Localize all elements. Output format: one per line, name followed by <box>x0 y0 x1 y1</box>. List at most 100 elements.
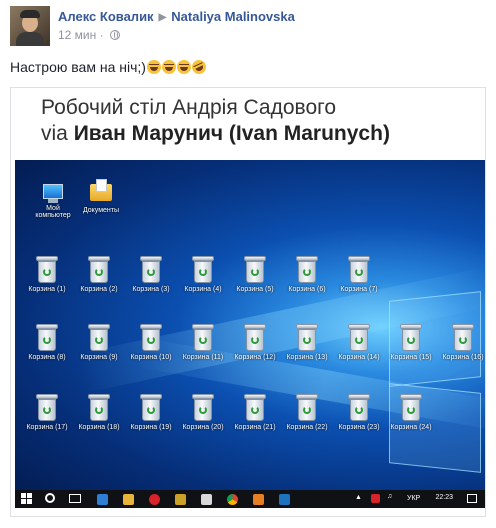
recycle-bin-label: Корзина (7) <box>340 286 378 293</box>
recycle-bin-icon <box>295 324 319 352</box>
recycle-bin-label: Корзина (23) <box>338 424 380 431</box>
app-icon[interactable] <box>279 494 290 505</box>
recycle-bin-label: Корзина (20) <box>182 424 224 431</box>
recycle-bin-icon <box>139 324 163 352</box>
recycle-bin-desktop-icon[interactable]: Корзина (19) <box>127 394 175 431</box>
recycle-bin-desktop-icon[interactable]: Корзина (4) <box>179 256 227 293</box>
recycle-bin-desktop-icon[interactable]: Корзина (5) <box>231 256 279 293</box>
notifications-icon[interactable] <box>467 494 477 503</box>
recycle-bin-desktop-icon[interactable]: Корзина (11) <box>179 324 227 361</box>
recycle-bin-label: Корзина (16) <box>442 354 484 361</box>
recycle-bin-desktop-icon[interactable]: Корзина (13) <box>283 324 331 361</box>
recycle-bin-desktop-icon[interactable]: Корзина (20) <box>179 394 227 431</box>
recycle-bin-icon <box>243 394 267 422</box>
computer-icon <box>43 184 63 199</box>
windows-desktop: Мой компьютер Документы Корзина (1) Корзи… <box>15 160 485 508</box>
search-icon[interactable] <box>45 493 55 503</box>
recycle-bin-icon <box>35 394 59 422</box>
recycle-bin-icon <box>139 394 163 422</box>
recycle-bin-label: Корзина (24) <box>390 424 432 431</box>
recycle-bin-icon <box>243 324 267 352</box>
recycle-bin-label: Корзина (18) <box>78 424 120 431</box>
documents-icon[interactable]: Документы <box>77 179 125 214</box>
app-icon[interactable] <box>175 494 186 505</box>
recycle-bin-label: Корзина (15) <box>390 354 432 361</box>
post-meta: 12 мин · <box>58 28 120 42</box>
taskbar-clock[interactable]: 22:23 <box>435 494 453 501</box>
app-icon[interactable] <box>253 494 264 505</box>
recycle-bin-desktop-icon[interactable]: Корзина (17) <box>23 394 71 431</box>
post-timestamp[interactable]: 12 мин <box>58 28 96 42</box>
photo-title: Робочий стіл Андрія Садового <box>41 96 337 119</box>
recycle-bin-icon <box>243 256 267 284</box>
recycle-bin-icon <box>347 256 371 284</box>
recycle-bin-desktop-icon[interactable]: Корзина (21) <box>231 394 279 431</box>
task-view-icon[interactable] <box>69 494 81 503</box>
recycle-bin-icon <box>399 394 423 422</box>
recycle-bin-desktop-icon[interactable]: Корзина (9) <box>75 324 123 361</box>
recycle-bin-desktop-icon[interactable]: Корзина (2) <box>75 256 123 293</box>
recycle-bin-icon <box>347 394 371 422</box>
recycle-bin-label: Корзина (13) <box>286 354 328 361</box>
post-photo[interactable]: Робочий стіл Андрія Садового via Иван Ма… <box>10 87 486 517</box>
recycle-bin-desktop-icon[interactable]: Корзина (6) <box>283 256 331 293</box>
recycle-bin-desktop-icon[interactable]: Корзина (12) <box>231 324 279 361</box>
recycle-bin-desktop-icon[interactable]: Корзина (22) <box>283 394 331 431</box>
recycle-bin-desktop-icon[interactable]: Корзина (8) <box>23 324 71 361</box>
post-header: Алекс Ковалик ▶ Nataliya Malinovska <box>58 9 295 24</box>
laughing-emoji-icon <box>161 60 176 74</box>
meta-separator: · <box>99 28 104 42</box>
recycle-bin-desktop-icon[interactable]: Корзина (3) <box>127 256 175 293</box>
recycle-bin-label: Корзина (5) <box>236 286 274 293</box>
photo-credit-name: Иван Марунич (Ivan Marunych) <box>73 122 390 145</box>
arrow-right-icon: ▶ <box>158 12 167 23</box>
recycle-bin-label: Корзина (12) <box>234 354 276 361</box>
desktop-icon-label: Документы <box>82 207 120 214</box>
recycle-bin-icon <box>35 256 59 284</box>
recycle-bin-desktop-icon[interactable]: Корзина (16) <box>439 324 485 361</box>
recycle-bin-label: Корзина (22) <box>286 424 328 431</box>
recycle-bin-label: Корзина (6) <box>288 286 326 293</box>
app-icon[interactable] <box>201 494 212 505</box>
recycle-bin-desktop-icon[interactable]: Корзина (7) <box>335 256 383 293</box>
recycle-bin-icon <box>87 394 111 422</box>
recycle-bin-label: Корзина (9) <box>80 354 118 361</box>
recycle-bin-icon <box>87 256 111 284</box>
edge-browser-icon[interactable] <box>97 494 108 505</box>
recipient-name-link[interactable]: Nataliya Malinovska <box>171 9 295 24</box>
tray-app-icon[interactable] <box>371 494 380 503</box>
volume-icon[interactable]: ♫ <box>387 493 392 500</box>
language-indicator[interactable]: УКР <box>407 495 420 502</box>
author-name-link[interactable]: Алекс Ковалик <box>58 9 154 24</box>
recycle-bin-label: Корзина (1) <box>28 286 66 293</box>
recycle-bin-desktop-icon[interactable]: Корзина (10) <box>127 324 175 361</box>
file-explorer-icon[interactable] <box>123 494 134 505</box>
windows-start-icon[interactable] <box>21 493 33 505</box>
recycle-bin-desktop-icon[interactable]: Корзина (23) <box>335 394 383 431</box>
recycle-bin-desktop-icon[interactable]: Корзина (1) <box>23 256 71 293</box>
recycle-bin-label: Корзина (17) <box>26 424 68 431</box>
chrome-browser-icon[interactable] <box>227 494 238 505</box>
recycle-bin-icon <box>191 256 215 284</box>
recycle-bin-desktop-icon[interactable]: Корзина (14) <box>335 324 383 361</box>
taskbar: ▲ ♫ УКР 22:23 <box>15 490 485 508</box>
photo-subtitle: via Иван Марунич (Ivan Marunych) <box>41 122 390 145</box>
recycle-bin-desktop-icon[interactable]: Корзина (18) <box>75 394 123 431</box>
recycle-bin-label: Корзина (14) <box>338 354 380 361</box>
desktop-icon-label: Мой компьютер <box>35 205 71 219</box>
author-avatar[interactable] <box>10 6 50 46</box>
recycle-bin-icon <box>191 394 215 422</box>
post-body: Настрою вам на ніч;) <box>10 59 146 75</box>
recycle-bin-icon <box>35 324 59 352</box>
recycle-bin-icon <box>191 324 215 352</box>
opera-browser-icon[interactable] <box>149 494 160 505</box>
my-computer-icon[interactable]: Мой компьютер <box>29 184 77 219</box>
recycle-bin-desktop-icon[interactable]: Корзина (24) <box>387 394 435 431</box>
recycle-bin-label: Корзина (10) <box>130 354 172 361</box>
globe-icon[interactable] <box>109 30 120 40</box>
tray-up-arrow-icon[interactable]: ▲ <box>355 494 362 501</box>
recycle-bin-desktop-icon[interactable]: Корзина (15) <box>387 324 435 361</box>
recycle-bin-label: Корзина (21) <box>234 424 276 431</box>
recycle-bin-label: Корзина (4) <box>184 286 222 293</box>
rofl-emoji-icon <box>189 57 209 77</box>
